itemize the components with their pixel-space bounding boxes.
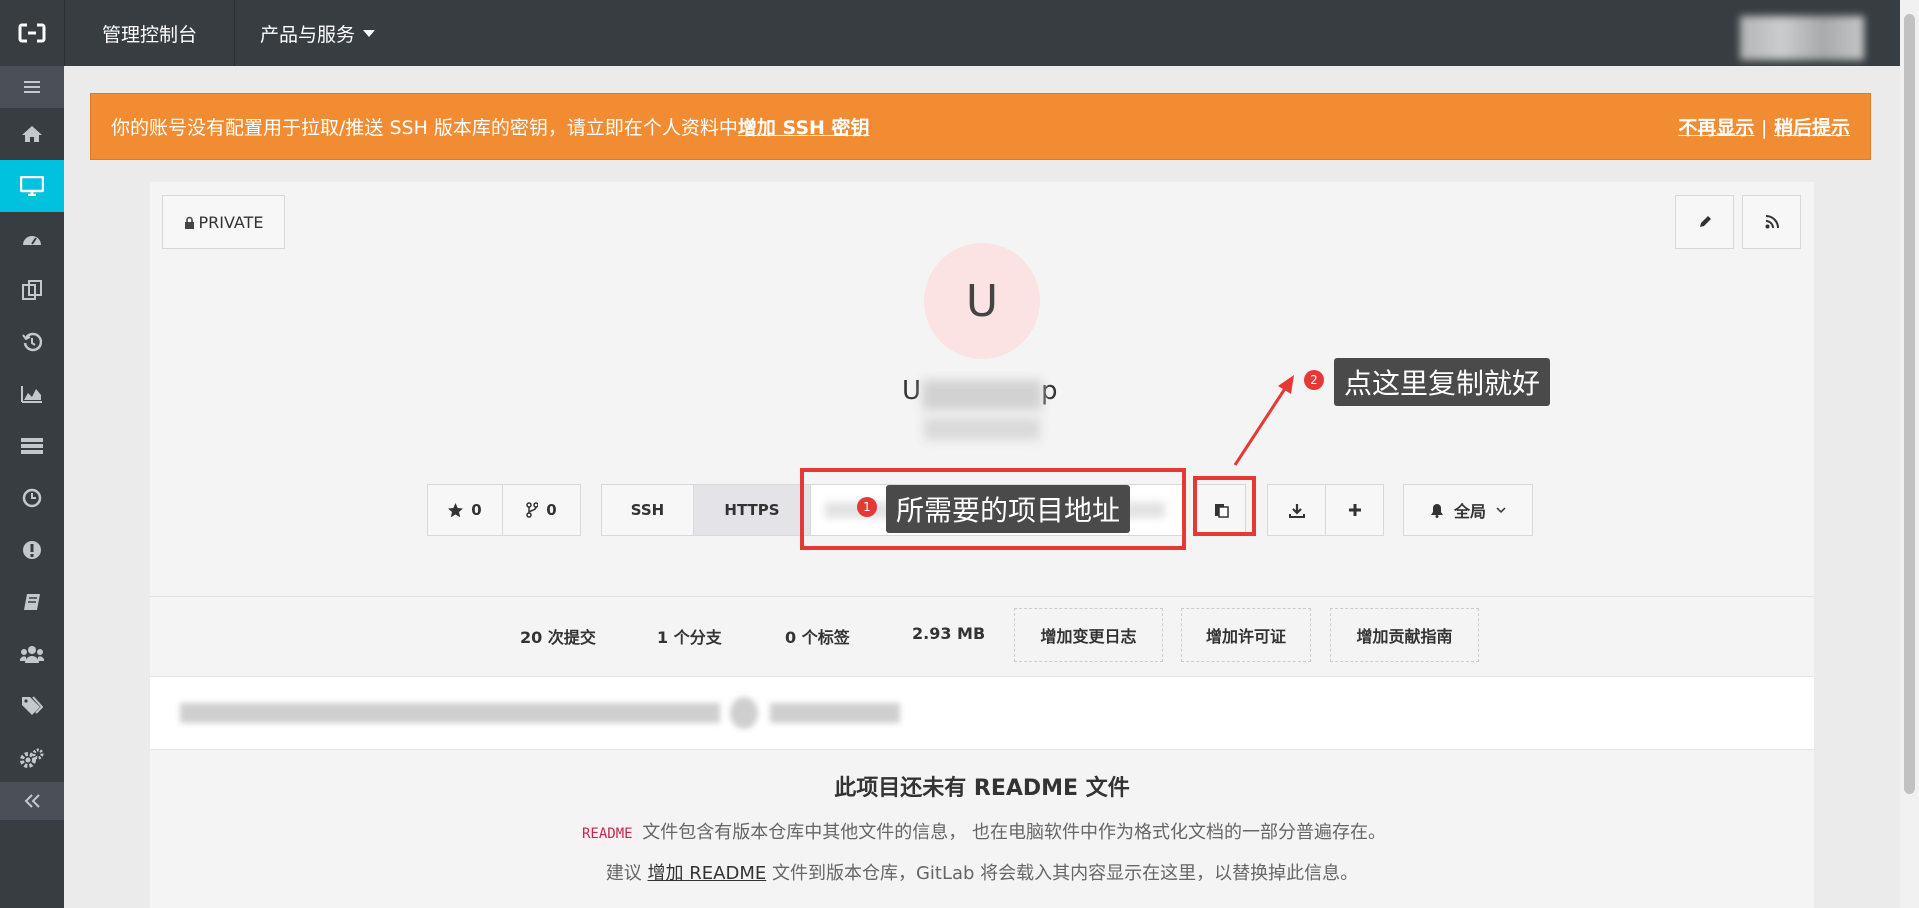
- products-services-menu[interactable]: 产品与服务: [234, 0, 401, 66]
- exclamation-icon[interactable]: [0, 524, 64, 576]
- products-menu-label: 产品与服务: [260, 23, 356, 46]
- rss-icon: [1765, 215, 1779, 229]
- sidebar: [0, 66, 64, 908]
- last-commit-row: [150, 676, 1814, 750]
- download-icon: [1288, 503, 1305, 518]
- menu-icon[interactable]: [0, 66, 64, 108]
- rss-feed-button[interactable]: [1742, 195, 1801, 249]
- annotation-label-1: 所需要的项目地址: [886, 485, 1131, 533]
- copy-pages-icon[interactable]: [0, 264, 64, 316]
- branches-count-link[interactable]: 1 个分支: [657, 624, 722, 648]
- readme-empty-line-1: README 文件包含有版本仓库中其他文件的信息， 也在电脑软件中作为格式化文档…: [150, 818, 1814, 844]
- pencil-icon: [1699, 216, 1711, 227]
- book-icon[interactable]: [0, 576, 64, 628]
- star-button[interactable]: 0: [427, 484, 503, 536]
- download-button[interactable]: [1267, 484, 1326, 536]
- monitor-icon[interactable]: [0, 160, 64, 212]
- lock-icon: [184, 216, 194, 229]
- readme-line-1-text: 文件包含有版本仓库中其他文件的信息， 也在电脑软件中作为格式化文档的一部分普遍存…: [642, 822, 1387, 843]
- chevron-down-icon: [363, 29, 376, 37]
- commit-message-redacted: [180, 703, 720, 723]
- alert-actions: 不再显示 | 稍后提示: [1678, 113, 1850, 140]
- plus-icon: [1348, 504, 1361, 516]
- readme-code-label: README: [577, 824, 637, 844]
- users-icon[interactable]: [0, 628, 64, 680]
- commit-author-avatar-redacted: [730, 697, 758, 729]
- commit-time-redacted: [770, 703, 900, 723]
- page-scrollbar[interactable]: [1900, 0, 1919, 908]
- add-readme-link[interactable]: 增加 README: [648, 863, 767, 884]
- add-changelog-button[interactable]: 增加变更日志: [1014, 608, 1163, 662]
- bell-icon: [1430, 503, 1443, 518]
- annotation-badge-2: 2: [1304, 370, 1324, 390]
- add-ssh-key-link[interactable]: 增加 SSH 密钥: [738, 113, 870, 140]
- chevron-down-icon: [1496, 506, 1506, 513]
- readme-empty-line-2: 建议 增加 README 文件到版本仓库，GitLab 将会载入其内容显示在这里…: [150, 859, 1814, 885]
- notification-level-dropdown[interactable]: 全局: [1403, 484, 1533, 536]
- star-icon: [448, 502, 464, 517]
- list-icon[interactable]: [0, 420, 64, 472]
- scrollbar-thumb[interactable]: [1904, 14, 1915, 794]
- area-chart-icon[interactable]: [0, 368, 64, 420]
- tags-icon[interactable]: [0, 680, 64, 732]
- project-name-end: p: [1041, 376, 1058, 406]
- clock-icon[interactable]: [0, 472, 64, 524]
- double-chevron-left-icon[interactable]: [0, 782, 64, 820]
- home-icon[interactable]: [0, 108, 64, 160]
- ssh-key-alert: 你的账号没有配置用于拉取/推送 SSH 版本库的密钥，请立即在个人资料中 增加 S…: [90, 93, 1871, 160]
- fork-button[interactable]: 0: [502, 484, 581, 536]
- remind-later-link[interactable]: 稍后提示: [1774, 117, 1850, 139]
- annotation-label-2: 点这里复制就好: [1334, 358, 1551, 406]
- notification-level-label: 全局: [1453, 502, 1486, 521]
- alert-message: 你的账号没有配置用于拉取/推送 SSH 版本库的密钥，请立即在个人资料中: [111, 117, 738, 139]
- cogs-icon[interactable]: [0, 732, 64, 784]
- clone-tab-https[interactable]: HTTPS: [693, 484, 811, 536]
- history-icon[interactable]: [0, 316, 64, 368]
- project-name-redacted: [922, 380, 1042, 410]
- edit-project-button[interactable]: [1675, 195, 1734, 249]
- user-account-blurred[interactable]: [1740, 16, 1864, 60]
- project-avatar: U: [924, 243, 1040, 359]
- dismiss-alert-link[interactable]: 不再显示: [1678, 117, 1754, 139]
- readme-line-2-prefix: 建议: [605, 863, 642, 884]
- add-new-button[interactable]: [1325, 484, 1384, 536]
- top-navbar: 管理控制台 产品与服务: [0, 0, 1900, 66]
- project-desc-redacted: [924, 418, 1040, 440]
- tags-count-link[interactable]: 0 个标签: [785, 624, 850, 648]
- annotation-badge-1: 1: [857, 497, 877, 517]
- fork-icon: [526, 502, 539, 518]
- aliyun-logo-icon[interactable]: [0, 0, 64, 66]
- annotation-arrow: [1233, 375, 1294, 466]
- private-visibility-badge[interactable]: PRIVATE: [162, 195, 285, 249]
- readme-empty-title: 此项目还未有 README 文件: [834, 776, 1130, 801]
- readme-line-2-suffix: 文件到版本仓库，GitLab 将会载入其内容显示在这里，以替换掉此信息。: [771, 863, 1359, 884]
- annotation-box-copy: [1193, 476, 1256, 536]
- clone-tab-ssh[interactable]: SSH: [601, 484, 694, 536]
- add-license-button[interactable]: 增加许可证: [1181, 608, 1311, 662]
- star-count: 0: [471, 501, 482, 519]
- commits-count-link[interactable]: 20 次提交: [520, 624, 596, 648]
- fork-count: 0: [546, 501, 557, 519]
- alert-separator: |: [1760, 117, 1768, 139]
- project-name-start: U: [902, 376, 922, 406]
- console-link[interactable]: 管理控制台: [64, 0, 235, 66]
- visibility-label: PRIVATE: [198, 212, 264, 232]
- dashboard-icon[interactable]: [0, 212, 64, 264]
- repo-size: 2.93 MB: [912, 624, 986, 643]
- add-contributing-button[interactable]: 增加贡献指南: [1330, 608, 1479, 662]
